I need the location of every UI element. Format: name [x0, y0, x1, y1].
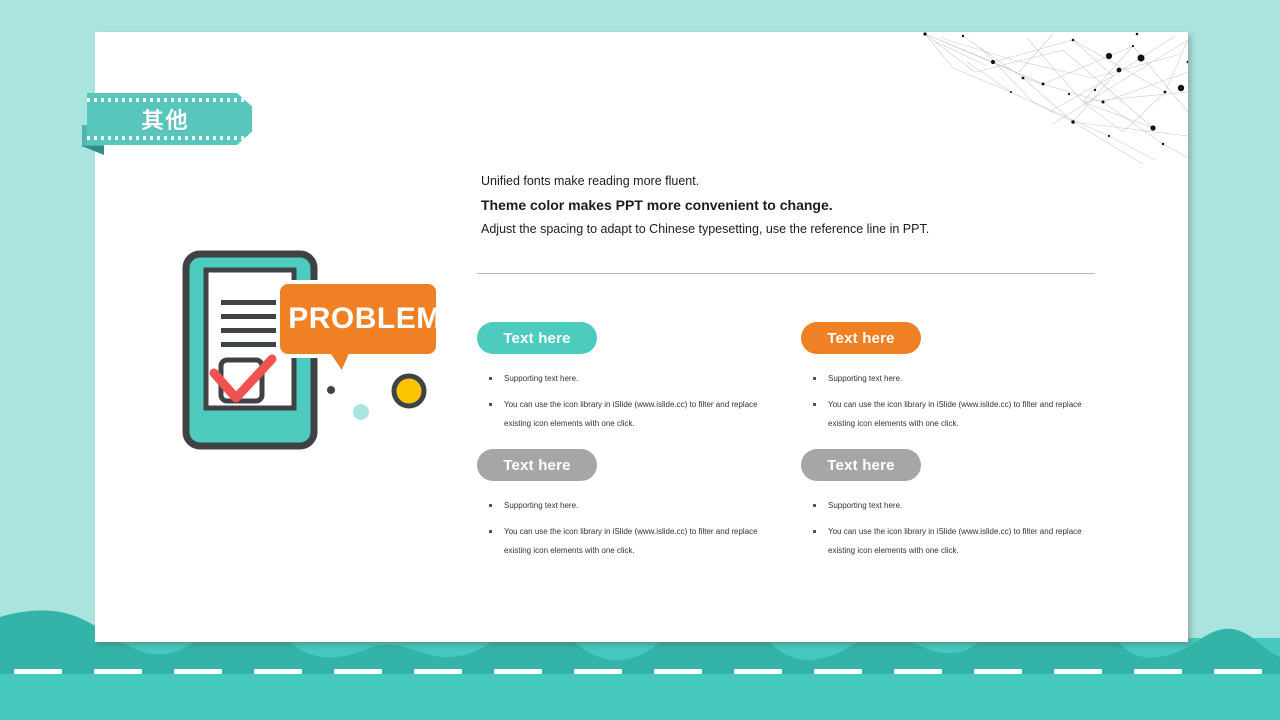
list-item: You can use the icon library in iSlide (… [801, 522, 1101, 560]
problem-clipboard-illustration: PROBLEM [182, 250, 442, 450]
road-dash [814, 669, 862, 674]
content-block-2: Text here Supporting text here. You can … [801, 322, 1101, 433]
block-1-bullet-list: Supporting text here. You can use the ic… [477, 369, 777, 433]
block-3-pill-button[interactable]: Text here [477, 449, 597, 481]
intro-paragraph: Unified fonts make reading more fluent. … [481, 170, 1101, 241]
content-block-4: Text here Supporting text here. You can … [801, 449, 1101, 560]
list-item: Supporting text here. [801, 369, 1101, 388]
road-dash [254, 669, 302, 674]
road-dash [654, 669, 702, 674]
road-dash [494, 669, 542, 674]
block-2-label: Text here [827, 329, 895, 347]
section-title-ribbon: 其他 [82, 93, 263, 148]
road-dash [174, 669, 222, 674]
list-item: You can use the icon library in iSlide (… [477, 395, 777, 433]
block-2-bullet-list: Supporting text here. You can use the ic… [801, 369, 1101, 433]
block-4-label: Text here [827, 456, 895, 474]
horizontal-divider [477, 273, 1095, 274]
list-item: Supporting text here. [477, 369, 777, 388]
list-item: Supporting text here. [477, 496, 777, 515]
dot-dark [327, 386, 335, 394]
block-3-label: Text here [503, 456, 571, 474]
speech-bubble-text: PROBLEM [288, 302, 442, 335]
road-dash-row [0, 669, 1280, 674]
content-block-1: Text here Supporting text here. You can … [477, 322, 777, 433]
road-dash [94, 669, 142, 674]
road-dash [1134, 669, 1182, 674]
content-block-3: Text here Supporting text here. You can … [477, 449, 777, 560]
block-4-bullet-list: Supporting text here. You can use the ic… [801, 496, 1101, 560]
list-item: You can use the icon library in iSlide (… [801, 395, 1101, 433]
block-1-label: Text here [503, 329, 571, 347]
intro-line-2: Theme color makes PPT more convenient to… [481, 197, 833, 213]
road-dash [574, 669, 622, 674]
block-3-bullet-list: Supporting text here. You can use the ic… [477, 496, 777, 560]
road-dash [974, 669, 1022, 674]
intro-line-3: Adjust the spacing to adapt to Chinese t… [481, 222, 930, 236]
road-dash [894, 669, 942, 674]
block-2-pill-button[interactable]: Text here [801, 322, 921, 354]
intro-line-1: Unified fonts make reading more fluent. [481, 174, 700, 188]
network-constellation-icon [923, 32, 1188, 165]
road-dash [334, 669, 382, 674]
dot-teal [353, 404, 369, 420]
block-1-pill-button[interactable]: Text here [477, 322, 597, 354]
block-4-pill-button[interactable]: Text here [801, 449, 921, 481]
road-dash [734, 669, 782, 674]
road-dash [414, 669, 462, 674]
road-dash [1214, 669, 1262, 674]
dot-yellow [391, 373, 427, 409]
road-dash [14, 669, 62, 674]
page-title: 其他 [141, 108, 190, 133]
list-item: Supporting text here. [801, 496, 1101, 515]
road-dash [1054, 669, 1102, 674]
list-item: You can use the icon library in iSlide (… [477, 522, 777, 560]
